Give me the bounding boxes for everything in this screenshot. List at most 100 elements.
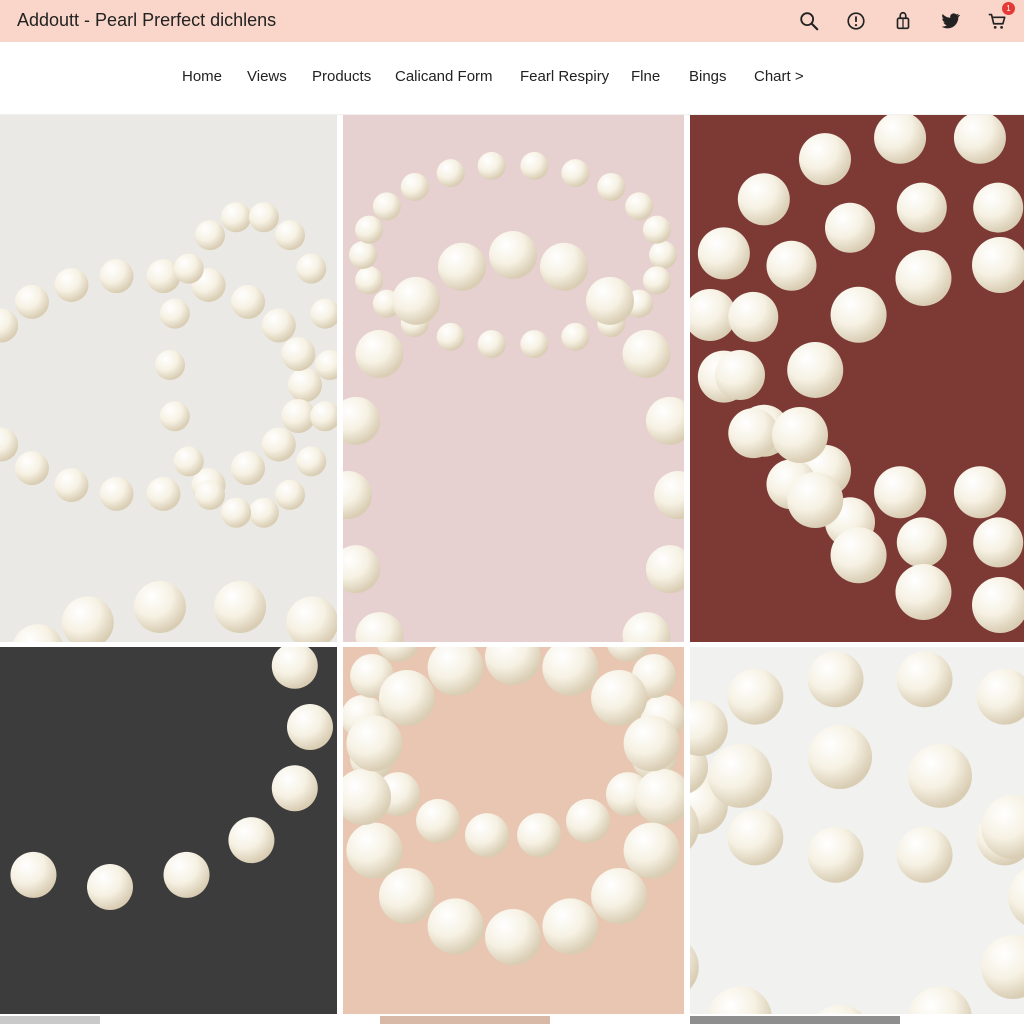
pearl-bead	[976, 668, 1024, 725]
pearl-bead	[343, 396, 381, 445]
nav-flne[interactable]: Flne	[631, 68, 660, 85]
cart-icon[interactable]: 1	[984, 2, 1015, 34]
pearl-tile-6-photo	[690, 651, 1024, 1014]
pearl-bead	[874, 115, 927, 164]
pearl-bead	[416, 798, 460, 843]
pearl-bead	[727, 809, 784, 866]
pearl-bead	[649, 241, 677, 269]
pearl-bead	[972, 237, 1024, 293]
twitter-icon[interactable]	[937, 8, 963, 34]
pearl-bead	[427, 898, 484, 955]
pearl-bead	[690, 699, 728, 756]
pearl-bead	[400, 172, 429, 201]
main-nav: Home Views Products Calicand Form Fearl …	[0, 42, 1024, 115]
pearl-bead	[349, 241, 377, 269]
pearl-bead	[54, 267, 89, 302]
pearl-tile-1[interactable]	[0, 115, 337, 642]
pearl-tile-2[interactable]	[343, 115, 684, 642]
pearl-bead	[830, 286, 887, 343]
pearl-bead	[287, 704, 333, 750]
pearl-tile-4-photo	[10, 647, 333, 910]
pearl-bead	[830, 527, 887, 584]
pearl-bead	[908, 986, 972, 1014]
pearl-bead	[281, 337, 316, 372]
search-icon[interactable]	[796, 8, 822, 34]
pearl-bead	[54, 468, 89, 503]
pearl-bead	[288, 368, 322, 402]
pearl-bead	[517, 813, 562, 858]
pearl-bead	[159, 401, 190, 432]
pearl-bead	[87, 864, 133, 910]
pearl-bead	[896, 651, 953, 708]
pearl-tile-3[interactable]	[690, 115, 1024, 642]
pearl-bead	[625, 192, 654, 221]
pearl-bead	[343, 545, 381, 594]
pearl-bead	[642, 266, 671, 295]
pearl-bead	[981, 935, 1024, 999]
pearl-tile-2-photo	[343, 151, 684, 642]
pearl-bead	[591, 670, 648, 727]
pearl-bead	[817, 1005, 863, 1014]
pearl-bead	[825, 202, 875, 253]
pearl-bead	[343, 471, 372, 519]
pearl-bead	[561, 322, 590, 351]
pearl-bead	[635, 769, 684, 825]
pearl-bead	[895, 564, 952, 621]
pearl-bead	[477, 330, 506, 359]
nav-chart[interactable]: Chart >	[754, 68, 804, 85]
pearl-bead	[372, 192, 401, 221]
pearl-bead	[1008, 869, 1024, 925]
pearl-bead	[10, 851, 57, 898]
info-icon[interactable]	[843, 8, 869, 34]
pearl-bead	[874, 466, 927, 519]
pearl-bead	[173, 253, 204, 284]
pearl-bead	[0, 308, 19, 343]
pearl-bead	[173, 446, 204, 477]
cart-count-badge: 1	[1002, 2, 1015, 15]
pearl-bead	[622, 329, 671, 378]
pearl-bead	[542, 647, 599, 696]
pearl-bead	[14, 284, 49, 319]
pearl-bead	[231, 284, 266, 319]
pearl-bead	[355, 329, 404, 378]
pearl-bead	[727, 668, 784, 725]
pearl-bead	[973, 182, 1024, 233]
pearl-bead	[973, 517, 1024, 568]
nav-products[interactable]: Products	[312, 68, 371, 85]
pearl-bead	[286, 596, 337, 642]
pearl-bead	[214, 581, 267, 634]
shopping-bag-icon[interactable]	[890, 8, 916, 34]
site-title: Addoutt - Pearl Prerfect dichlens	[17, 10, 277, 30]
pearl-bead	[248, 497, 279, 528]
pearl-bead	[275, 479, 305, 510]
pearl-bead	[591, 867, 648, 924]
nav-bings[interactable]: Bings	[689, 68, 727, 85]
pearl-tile-1-photo	[0, 202, 337, 642]
pearl-bead	[697, 227, 750, 280]
pearl-bead	[485, 909, 541, 965]
pearl-bead	[355, 612, 404, 642]
nav-home[interactable]: Home	[182, 68, 222, 85]
pearl-bead	[972, 577, 1024, 633]
nav-views[interactable]: Views	[247, 68, 287, 85]
pearl-bead	[708, 743, 772, 808]
pearl-tile-5-photo	[343, 647, 684, 965]
pearl-bead	[221, 497, 252, 528]
pearl-bead	[436, 322, 465, 351]
pearl-bead	[728, 291, 779, 342]
pearl-bead	[0, 427, 19, 462]
pearl-bead	[13, 624, 63, 642]
pearl-tile-6[interactable]	[690, 647, 1024, 1014]
pearl-bead	[953, 466, 1006, 519]
pearl-tile-4[interactable]	[0, 647, 337, 1014]
pearl-bead	[895, 249, 952, 306]
pearl-bead	[346, 715, 403, 772]
nav-calicand-form[interactable]: Calicand Form	[395, 68, 493, 85]
next-row-preview	[0, 1016, 100, 1024]
pearl-bead	[585, 276, 634, 325]
nav-fearl-respiry[interactable]: Fearl Respiry	[520, 68, 609, 85]
pearl-bead	[261, 427, 296, 462]
pearl-tile-5[interactable]	[343, 647, 684, 1014]
pearl-bead	[355, 266, 384, 295]
top-icons: 1	[775, 2, 1015, 34]
